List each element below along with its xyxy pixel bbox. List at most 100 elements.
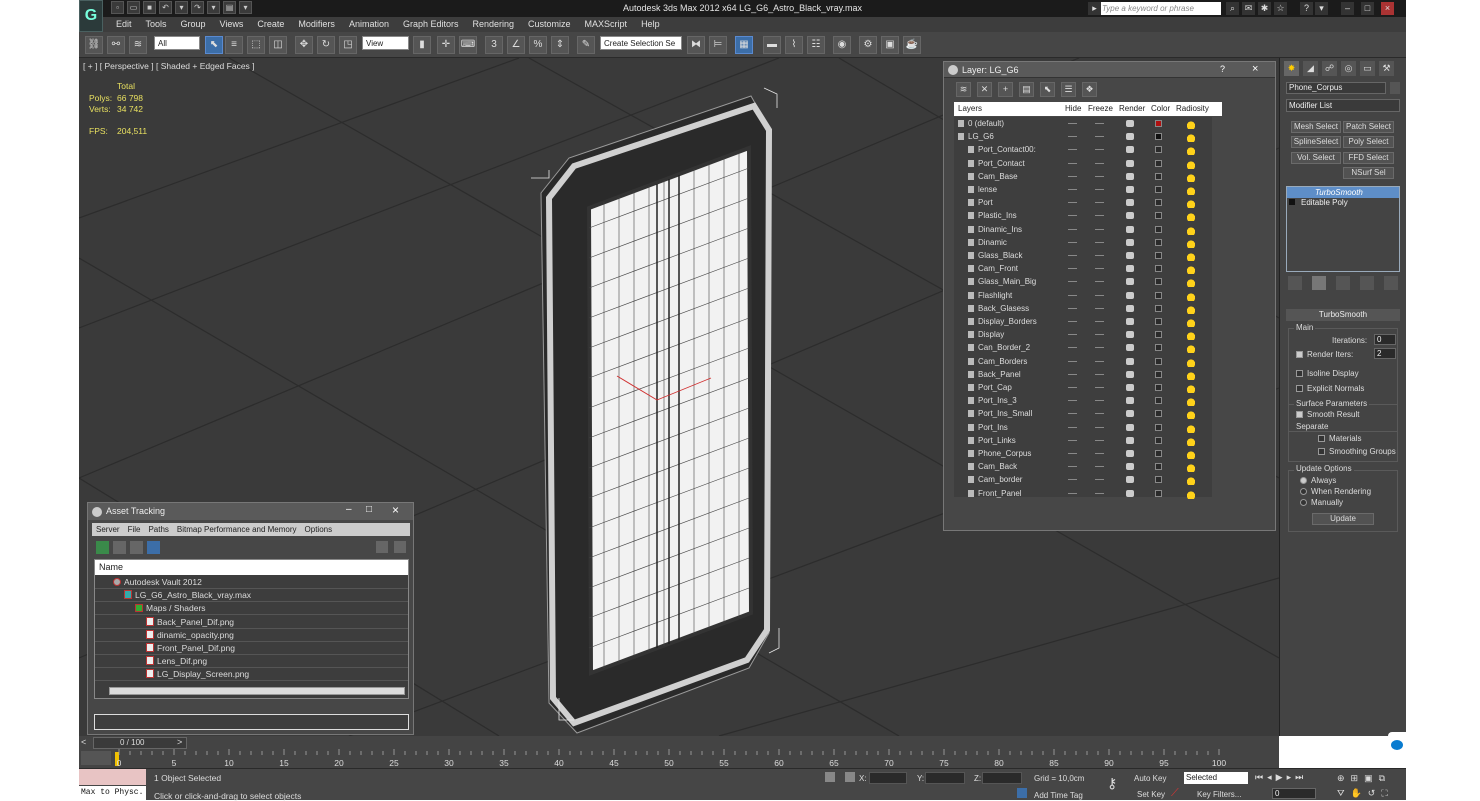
close-icon[interactable]: ×	[1381, 2, 1394, 15]
snaps-toggle-icon[interactable]: 3	[485, 36, 503, 54]
layer-close-button[interactable]: ×	[1252, 63, 1258, 75]
layer-render-toggle[interactable]	[1126, 238, 1134, 246]
key-selection-select[interactable]: Selected	[1184, 772, 1248, 784]
select-highlighted-icon[interactable]: ⬉	[1040, 82, 1055, 97]
layer-radiosity-icon[interactable]	[1186, 210, 1196, 222]
layer-name[interactable]: Port_Cap	[978, 381, 1012, 394]
select-and-manipulate-icon[interactable]: ✛	[437, 36, 455, 54]
percent-snap-icon[interactable]: %	[529, 36, 547, 54]
play-icon[interactable]: ▶	[1276, 772, 1283, 783]
layer-render-toggle[interactable]	[1126, 120, 1134, 127]
update-button[interactable]: Update	[1312, 513, 1374, 525]
timeline-ticks[interactable]: 0 5 10 15 20 25 30 35 40 45 50 55 60 65 70 75 80 85 90 95 10…	[115, 749, 1255, 769]
layer-manager-icon[interactable]: ▦	[735, 36, 753, 54]
layer-row[interactable]: Cam_Back	[954, 460, 1212, 473]
layer-freeze-toggle[interactable]	[1095, 215, 1104, 217]
layer-radiosity-icon[interactable]	[1186, 355, 1196, 367]
layer-row[interactable]: Port_Contact	[954, 157, 1212, 170]
isoline-display-checkbox[interactable]: Isoline Display	[1296, 369, 1359, 378]
layer-color-swatch[interactable]	[1155, 265, 1162, 273]
layer-row[interactable]: Port	[954, 196, 1212, 209]
layer-radiosity-icon[interactable]	[1186, 434, 1196, 446]
layer-freeze-toggle[interactable]	[1095, 241, 1104, 243]
layer-name[interactable]: Port_Ins	[978, 421, 1008, 434]
layer-radiosity-icon[interactable]	[1186, 223, 1196, 235]
set-key-button[interactable]: Set Key	[1137, 790, 1165, 799]
layer-name[interactable]: Port_Ins_Small	[978, 407, 1032, 420]
asset-minimize-icon[interactable]: –	[346, 504, 352, 515]
layer-row[interactable]: 0 (default)	[954, 117, 1212, 130]
asset-path-field[interactable]	[94, 714, 409, 730]
layer-name[interactable]: Display	[978, 328, 1004, 341]
mini-curve-editor-icon[interactable]	[81, 751, 111, 765]
menu-maxscript[interactable]: MAXScript	[578, 17, 635, 32]
layer-hide-toggle[interactable]	[1068, 162, 1077, 164]
menu-edit[interactable]: Edit	[109, 17, 139, 32]
layer-render-toggle[interactable]	[1126, 476, 1134, 484]
render-iters-spinner[interactable]: 2	[1374, 348, 1396, 359]
layer-render-toggle[interactable]	[1126, 252, 1134, 259]
layer-hide-toggle[interactable]	[1068, 136, 1077, 138]
asset-tree-header[interactable]: Name	[95, 560, 408, 575]
hierarchy-tab-icon[interactable]: ☍	[1322, 61, 1337, 76]
layer-freeze-toggle[interactable]	[1095, 321, 1104, 322]
remove-modifier-icon[interactable]	[1360, 276, 1374, 290]
layer-row[interactable]: Port_Cap	[954, 381, 1212, 394]
pin-stack-icon[interactable]	[1288, 276, 1302, 290]
asset-menu-options[interactable]: Options	[305, 523, 333, 536]
layer-hide-toggle[interactable]	[1068, 413, 1077, 415]
layer-color-swatch[interactable]	[1155, 133, 1162, 141]
time-slider[interactable]: 0 / 100	[93, 737, 187, 749]
minimize-icon[interactable]: –	[1341, 2, 1354, 15]
viewcube-badge-icon[interactable]	[1388, 732, 1406, 760]
render-production-icon[interactable]: ☕	[903, 36, 921, 54]
layer-name[interactable]: LG_G6	[968, 130, 994, 143]
slider-prev-icon[interactable]: <	[81, 737, 86, 747]
scale-icon[interactable]: ◳	[339, 36, 357, 54]
asset-tree-row[interactable]: Front_Panel_Dif.png	[95, 642, 408, 655]
add-selected-icon[interactable]: ≋	[956, 82, 971, 97]
layer-row[interactable]: Phone_Corpus	[954, 447, 1212, 460]
layer-name[interactable]: Dinamic	[978, 236, 1007, 249]
layer-color-swatch[interactable]	[1155, 357, 1162, 365]
layer-name[interactable]: Dinamic_Ins	[978, 223, 1022, 236]
layer-color-swatch[interactable]	[1155, 344, 1162, 352]
link-icon[interactable]: ⛓	[85, 36, 103, 54]
layer-color-swatch[interactable]	[1155, 450, 1162, 457]
selection-filter-select[interactable]: All	[154, 36, 200, 50]
layer-render-toggle[interactable]	[1126, 278, 1134, 286]
layer-render-toggle[interactable]	[1126, 450, 1134, 457]
layer-freeze-toggle[interactable]	[1095, 413, 1104, 415]
layer-row[interactable]: Cam_border	[954, 473, 1212, 486]
layer-render-toggle[interactable]	[1126, 225, 1134, 233]
search-icon[interactable]: ▸	[1088, 2, 1101, 15]
previous-frame-icon[interactable]: ◂	[1267, 772, 1272, 783]
layer-render-toggle[interactable]	[1126, 410, 1134, 418]
pivot-center-icon[interactable]: ▮	[413, 36, 431, 54]
layer-name[interactable]: Cam_border	[978, 473, 1022, 486]
layer-row[interactable]: Plastic_Ins	[954, 209, 1212, 222]
layer-name[interactable]: Port	[978, 196, 993, 209]
layer-freeze-toggle[interactable]	[1095, 202, 1104, 204]
layer-radiosity-icon[interactable]	[1186, 342, 1196, 354]
menu-animation[interactable]: Animation	[342, 17, 396, 32]
maximize-viewport-icon[interactable]: ⛶	[1381, 788, 1387, 799]
display-tab-icon[interactable]: ▭	[1360, 61, 1375, 76]
zoom-extents-icon[interactable]: ▣	[1364, 773, 1373, 784]
layer-row[interactable]: Port_Ins_3	[954, 394, 1212, 407]
layer-name[interactable]: Cam_Base	[978, 170, 1018, 183]
asset-tree-row[interactable]: Back_Panel_Dif.png	[95, 616, 408, 629]
curve-editor-icon[interactable]: ⌇	[785, 36, 803, 54]
manually-radio[interactable]: Manually	[1300, 498, 1343, 507]
layer-radiosity-icon[interactable]	[1186, 131, 1196, 143]
layer-row[interactable]: Back_Glasess	[954, 302, 1212, 315]
motion-tab-icon[interactable]: ◎	[1341, 61, 1356, 76]
keyboard-shortcut-icon[interactable]: ⌨	[459, 36, 477, 54]
layer-color-swatch[interactable]	[1155, 225, 1162, 233]
layer-color-swatch[interactable]	[1155, 212, 1162, 220]
utilities-tab-icon[interactable]: ⚒	[1379, 61, 1394, 76]
layer-radiosity-icon[interactable]	[1186, 197, 1196, 209]
layer-hide-toggle[interactable]	[1068, 268, 1077, 270]
viewport-label[interactable]: [ + ] [ Perspective ] [ Shaded + Edged F…	[83, 61, 255, 71]
graphite-modeling-icon[interactable]: ▬	[763, 36, 781, 54]
